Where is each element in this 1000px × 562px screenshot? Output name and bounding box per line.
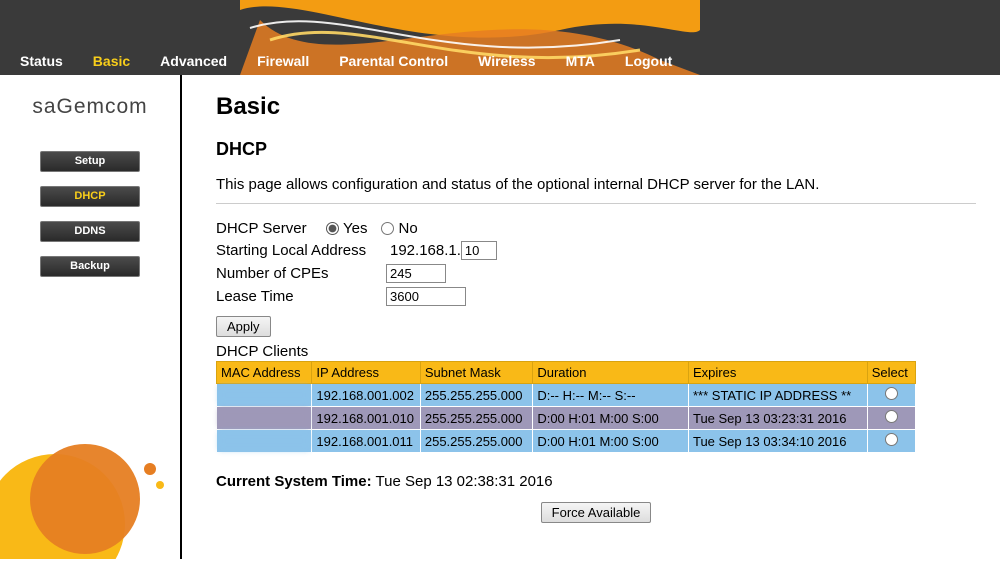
clients-label: DHCP Clients <box>216 343 976 360</box>
start-address-prefix: 192.168.1. <box>390 242 461 259</box>
th-ip: IP Address <box>312 362 420 384</box>
top-nav: Status Basic Advanced Firewall Parental … <box>0 53 1000 69</box>
cell-ip: 192.168.001.010 <box>312 407 420 430</box>
side-dhcp[interactable]: DHCP <box>40 186 140 207</box>
nav-advanced[interactable]: Advanced <box>160 53 227 69</box>
start-address-label: Starting Local Address <box>216 242 386 259</box>
cell-mac <box>217 407 312 430</box>
cell-duration: D:00 H:01 M:00 S:00 <box>533 430 689 453</box>
cell-subnet: 255.255.255.000 <box>420 384 532 407</box>
lease-label: Lease Time <box>216 288 386 305</box>
nav-basic[interactable]: Basic <box>93 53 130 69</box>
row-select-radio[interactable] <box>885 387 898 400</box>
side-ddns[interactable]: DDNS <box>40 221 140 242</box>
th-mac: MAC Address <box>217 362 312 384</box>
cpes-input[interactable] <box>386 264 446 283</box>
side-setup[interactable]: Setup <box>40 151 140 172</box>
th-expires: Expires <box>688 362 867 384</box>
dhcp-server-yes-radio[interactable] <box>326 222 339 235</box>
side-backup[interactable]: Backup <box>40 256 140 277</box>
cell-ip: 192.168.001.011 <box>312 430 420 453</box>
content: Basic DHCP This page allows configuratio… <box>182 75 1000 559</box>
dhcp-server-yes-label: Yes <box>343 220 367 237</box>
nav-firewall[interactable]: Firewall <box>257 53 309 69</box>
cell-expires: Tue Sep 13 03:34:10 2016 <box>688 430 867 453</box>
dhcp-clients-table: MAC Address IP Address Subnet Mask Durat… <box>216 361 916 453</box>
th-select: Select <box>867 362 915 384</box>
lease-input[interactable] <box>386 287 466 306</box>
table-row: 192.168.001.010255.255.255.000D:00 H:01 … <box>217 407 916 430</box>
page-description: This page allows configuration and statu… <box>216 176 976 193</box>
th-duration: Duration <box>533 362 689 384</box>
cell-expires: *** STATIC IP ADDRESS ** <box>688 384 867 407</box>
page-title: Basic <box>216 93 976 121</box>
system-time-value: Tue Sep 13 02:38:31 2016 <box>376 473 553 490</box>
system-time: Current System Time: Tue Sep 13 02:38:31… <box>216 473 976 490</box>
nav-wireless[interactable]: Wireless <box>478 53 535 69</box>
system-time-label: Current System Time: <box>216 473 372 490</box>
cell-duration: D:00 H:01 M:00 S:00 <box>533 407 689 430</box>
force-available-button[interactable]: Force Available <box>541 502 652 523</box>
sidebar-decoration <box>0 389 170 559</box>
cell-subnet: 255.255.255.000 <box>420 407 532 430</box>
cell-mac <box>217 430 312 453</box>
table-row: 192.168.001.011255.255.255.000D:00 H:01 … <box>217 430 916 453</box>
cell-select <box>867 407 915 430</box>
cell-ip: 192.168.001.002 <box>312 384 420 407</box>
cell-select <box>867 384 915 407</box>
start-address-input[interactable] <box>461 241 497 260</box>
side-menu: Setup DHCP DDNS Backup <box>0 151 180 277</box>
page-subtitle: DHCP <box>216 139 976 160</box>
dhcp-server-no-label: No <box>398 220 417 237</box>
sidebar: saGemcom Setup DHCP DDNS Backup <box>0 75 182 559</box>
top-header: Status Basic Advanced Firewall Parental … <box>0 0 1000 75</box>
cell-duration: D:-- H:-- M:-- S:-- <box>533 384 689 407</box>
nav-logout[interactable]: Logout <box>625 53 672 69</box>
cell-expires: Tue Sep 13 03:23:31 2016 <box>688 407 867 430</box>
dhcp-server-no-radio[interactable] <box>381 222 394 235</box>
cpes-label: Number of CPEs <box>216 265 386 282</box>
row-select-radio[interactable] <box>885 433 898 446</box>
nav-parental[interactable]: Parental Control <box>339 53 448 69</box>
divider <box>216 203 976 204</box>
row-select-radio[interactable] <box>885 410 898 423</box>
cell-select <box>867 430 915 453</box>
th-subnet: Subnet Mask <box>420 362 532 384</box>
brand-logo: saGemcom <box>0 95 180 119</box>
apply-button[interactable]: Apply <box>216 316 271 337</box>
nav-mta[interactable]: MTA <box>566 53 595 69</box>
cell-subnet: 255.255.255.000 <box>420 430 532 453</box>
table-row: 192.168.001.002255.255.255.000D:-- H:-- … <box>217 384 916 407</box>
nav-status[interactable]: Status <box>20 53 63 69</box>
dhcp-server-label: DHCP Server <box>216 220 326 237</box>
cell-mac <box>217 384 312 407</box>
